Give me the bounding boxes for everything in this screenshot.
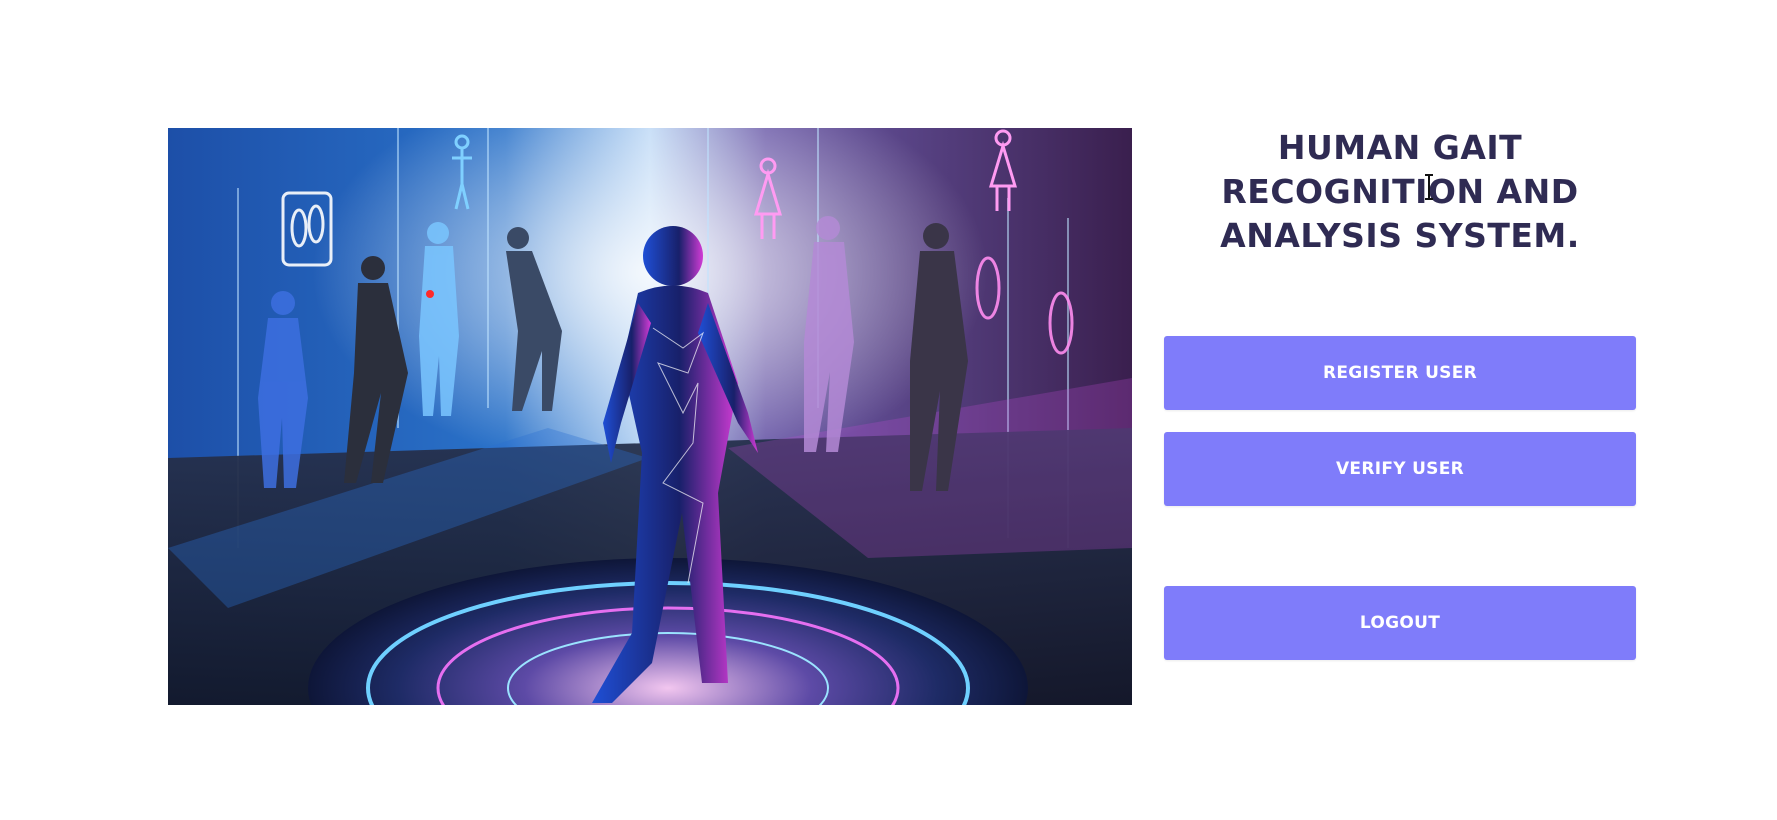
verify-user-button[interactable]: VERIFY USER xyxy=(1164,432,1636,506)
page-title: HUMAN GAIT RECOGNITION AND ANALYSIS SYST… xyxy=(1220,128,1580,255)
page: HUMAN GAIT RECOGNITION AND ANALYSIS SYST… xyxy=(0,0,1777,820)
gait-illustration-icon xyxy=(168,128,1132,705)
register-user-button[interactable]: REGISTER USER xyxy=(1164,336,1636,410)
logout-button[interactable]: LOGOUT xyxy=(1164,586,1636,660)
action-panel: HUMAN GAIT RECOGNITION AND ANALYSIS SYST… xyxy=(1164,120,1636,660)
text-cursor-icon xyxy=(1425,174,1433,200)
hero-image xyxy=(168,128,1132,705)
